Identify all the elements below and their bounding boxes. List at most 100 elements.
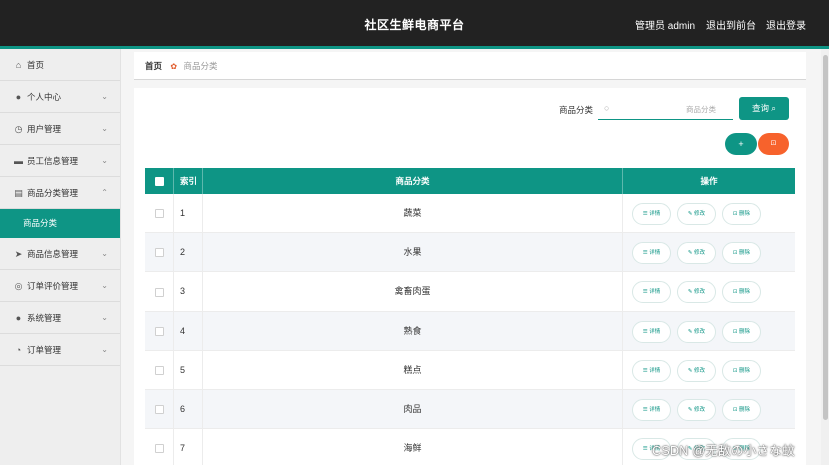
detail-button[interactable]: ☰ 详情: [632, 398, 671, 421]
row-index: 1: [174, 194, 203, 233]
delete-button[interactable]: ⊡ 删除: [722, 242, 761, 265]
row-checkbox-cell[interactable]: [145, 429, 174, 465]
checkbox[interactable]: [154, 177, 164, 187]
exit-to-frontend-link[interactable]: 退出到前台: [706, 17, 756, 32]
edit-button[interactable]: ✎ 修改: [677, 398, 716, 421]
chevron-down-icon: ⌄: [101, 345, 108, 354]
chevron-up-icon: ⌃: [101, 188, 108, 197]
row-index: 3: [174, 272, 203, 312]
detail-button[interactable]: ☰ 详情: [632, 359, 671, 382]
delete-button[interactable]: ⊡ 删除: [722, 359, 761, 382]
detail-button[interactable]: ☰ 详情: [632, 203, 671, 225]
chevron-down-icon: ⌄: [101, 281, 108, 290]
row-checkbox-cell[interactable]: [145, 272, 174, 312]
monitor-icon: ▬: [14, 156, 23, 166]
breadcrumb-current: 商品分类: [183, 61, 218, 71]
search-label: 商品分类: [559, 105, 594, 115]
category-table: 索引 商品分类 操作 1 蔬菜 ☰ 详情 ✎ 修改 ⊡ 删除 2 水果 ☰ 详情 ✎ 修改 ⊡ 删…: [145, 168, 795, 465]
edit-button[interactable]: ✎ 修改: [677, 242, 716, 265]
row-ops: ☰ 详情 ✎ 修改 ⊡ 删除: [623, 233, 795, 272]
list-icon: ▤: [14, 188, 23, 198]
checkbox[interactable]: [154, 326, 164, 336]
row-checkbox-cell[interactable]: [145, 311, 174, 351]
row-index: 5: [174, 350, 203, 390]
row-category: 海鲜: [203, 429, 623, 465]
dial-icon: ◔: [15, 345, 22, 355]
table-row: 3 禽畜肉蛋 ☰ 详情 ✎ 修改 ⊡ 删除: [145, 272, 795, 312]
row-index: 2: [174, 233, 203, 273]
checkbox[interactable]: [154, 209, 164, 219]
detail-button[interactable]: ☰ 详情: [632, 242, 671, 265]
sidebar-item-profile[interactable]: ● 个人中心 ⌄: [0, 81, 120, 113]
delete-button[interactable]: ⊡ 删除: [722, 398, 761, 421]
top-navbar: 社区生鲜电商平台 管理员 admin 退出到前台 退出登录: [0, 0, 829, 46]
accent-divider: [0, 46, 829, 49]
sidebar-item-label: 个人中心: [27, 92, 62, 102]
chevron-down-icon: ⌄: [101, 156, 108, 165]
checkbox[interactable]: [154, 287, 164, 297]
search-icon: ○: [604, 103, 610, 113]
scrollbar-thumb[interactable]: [823, 55, 828, 420]
detail-button[interactable]: ☰ 详情: [632, 320, 671, 343]
row-category: 禽畜肉蛋: [203, 272, 623, 312]
sidebar-item-orders[interactable]: ◔ 订单管理 ⌄: [0, 334, 120, 366]
row-index: 6: [174, 389, 203, 429]
row-checkbox-cell[interactable]: [145, 194, 174, 233]
table-header: 索引 商品分类 操作: [145, 168, 795, 194]
edit-button[interactable]: ✎ 修改: [677, 281, 716, 304]
checkbox[interactable]: [154, 365, 164, 375]
row-index: 4: [174, 311, 203, 351]
add-button[interactable]: +: [725, 133, 757, 155]
search-field[interactable]: ○: [598, 98, 733, 120]
clock-icon: ◷: [14, 124, 23, 134]
sidebar-item-order-review[interactable]: ◎ 订单评价管理 ⌄: [0, 270, 120, 302]
sidebar-item-system[interactable]: ● 系统管理 ⌄: [0, 302, 120, 334]
table-row: 6 肉品 ☰ 详情 ✎ 修改 ⊡ 删除: [145, 389, 795, 430]
row-category: 糕点: [203, 350, 623, 390]
chevron-down-icon: ⌄: [101, 92, 108, 101]
sidebar-item-label: 用户管理: [27, 124, 62, 134]
checkbox[interactable]: [154, 248, 164, 258]
row-ops: ☰ 详情 ✎ 修改 ⊡ 删除: [623, 390, 795, 429]
person-icon: ●: [15, 92, 22, 102]
row-checkbox-cell[interactable]: [145, 350, 174, 390]
edit-button[interactable]: ✎ 修改: [677, 203, 716, 225]
header-ops: 操作: [700, 176, 718, 186]
send-icon: ➤: [14, 249, 23, 259]
chevron-down-icon: ⌄: [101, 249, 108, 258]
sidebar-item-users[interactable]: ◷ 用户管理 ⌄: [0, 113, 120, 145]
sidebar-item-category-mgmt[interactable]: ▤ 商品分类管理 ⌃: [0, 177, 120, 209]
query-button[interactable]: 查询 ⌕: [739, 97, 789, 120]
sidebar-item-staff[interactable]: ▬ 员工信息管理 ⌄: [0, 145, 120, 177]
edit-button[interactable]: ✎ 修改: [677, 359, 716, 382]
breadcrumb-home[interactable]: 首页: [145, 61, 162, 71]
sidebar-item-home[interactable]: ⌂ 首页: [0, 49, 120, 81]
chevron-down-icon: ⌄: [101, 313, 108, 322]
sidebar-item-label: 订单管理: [27, 345, 62, 355]
header-category: 商品分类: [203, 168, 623, 194]
row-category: 蔬菜: [203, 194, 623, 233]
delete-button[interactable]: ⊡ 删除: [722, 281, 761, 304]
delete-button[interactable]: ⊡ 删除: [722, 320, 761, 343]
checkbox[interactable]: [154, 444, 164, 454]
search-input[interactable]: [618, 101, 716, 117]
batch-delete-button[interactable]: ⊡: [758, 133, 789, 155]
home-icon: ⌂: [15, 60, 22, 70]
csdn-watermark: CSDN @无敌の小さな蚊: [652, 444, 795, 458]
header-select-all[interactable]: [145, 168, 174, 194]
checkbox[interactable]: [154, 405, 164, 415]
row-checkbox-cell[interactable]: [145, 233, 174, 273]
app-title: 社区生鲜电商平台: [364, 18, 465, 32]
delete-button[interactable]: ⊡ 删除: [722, 203, 761, 225]
logout-link[interactable]: 退出登录: [766, 17, 806, 32]
page-scrollbar[interactable]: [821, 49, 829, 465]
row-ops: ☰ 详情 ✎ 修改 ⊡ 删除: [623, 272, 795, 311]
table-row: 5 糕点 ☰ 详情 ✎ 修改 ⊡ 删除: [145, 350, 795, 390]
row-checkbox-cell[interactable]: [145, 389, 174, 429]
sidebar-subitem-category[interactable]: 商品分类: [0, 209, 120, 238]
sidebar-item-label: 订单评价管理: [27, 281, 79, 291]
edit-button[interactable]: ✎ 修改: [677, 320, 716, 343]
sidebar-item-product-info[interactable]: ➤ 商品信息管理 ⌄: [0, 238, 120, 270]
row-ops: ☰ 详情 ✎ 修改 ⊡ 删除: [623, 312, 795, 351]
detail-button[interactable]: ☰ 详情: [632, 281, 671, 304]
